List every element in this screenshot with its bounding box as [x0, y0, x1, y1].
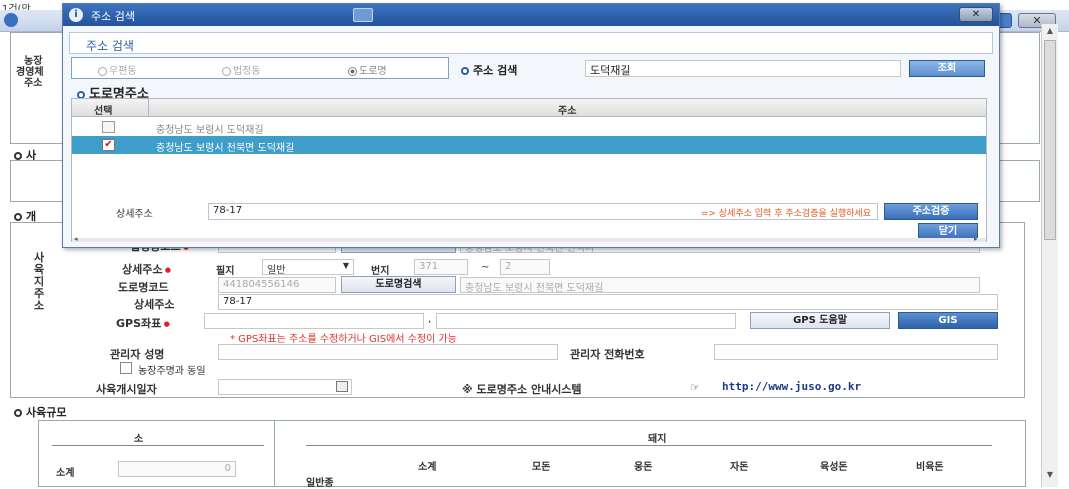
calendar-icon[interactable] [336, 381, 348, 392]
road-code-field[interactable]: 441804556146 [218, 277, 336, 293]
pig-col-boar: 웅돈 [634, 462, 653, 473]
result-table: 선택 주소 충청남도 보령시 도덕재길 ✔ 충청남도 보령시 천북면 도덕재길 … [71, 98, 987, 243]
land-type-select[interactable]: 일반 ▼ [262, 259, 354, 275]
radio-icon [98, 66, 107, 76]
horizontal-scrollbar[interactable]: ◂ ▸ [72, 235, 986, 243]
manager-phone-label: 관리자 전화번호 [570, 348, 645, 361]
gps-lng-field[interactable] [436, 313, 736, 329]
radio-road-name[interactable]: 도로명 [348, 62, 387, 77]
road-code-label: 도로명코드 [118, 281, 169, 294]
start-date-field[interactable] [218, 379, 352, 395]
main-scrollbar[interactable]: ▲ ▼ [1041, 24, 1058, 487]
cow-header-line [52, 445, 264, 446]
gis-button[interactable]: GIS [898, 312, 998, 329]
radio-postal[interactable]: 우편동 [98, 62, 137, 77]
dialog-header: 주소 검색 [69, 32, 993, 54]
cow-header: 소 [134, 434, 144, 445]
dialog-detail-input[interactable]: 78-17 => 상세주소 입력 후 주소검증을 실행하세요 [208, 203, 878, 220]
gps-separator: , [428, 314, 432, 325]
scroll-thumb[interactable] [1044, 40, 1056, 240]
same-as-farm-label: 농장주명과 동일 [138, 366, 206, 377]
road-guide-link[interactable]: http://www.juso.go.kr [722, 380, 861, 393]
cow-subtotal-label: 소계 [56, 468, 75, 479]
pig-col-grower: 육성돈 [820, 462, 848, 473]
road-guide-text: ※ 도로명주소 안내시스템 [462, 383, 582, 396]
manager-name-label: 관리자 성명 [110, 348, 165, 361]
pig-header-line [306, 445, 992, 446]
gps-help-button[interactable]: GPS 도움말 [750, 312, 890, 329]
dialog-detail-value: 78-17 [213, 205, 243, 216]
table-row[interactable]: 충청남도 보령시 도덕재길 [72, 118, 986, 136]
result-table-header: 선택 주소 [72, 99, 986, 117]
dialog-title-bar[interactable]: i 주소 검색 ✕ [63, 4, 999, 26]
scroll-up-icon[interactable]: ▲ [1044, 26, 1056, 38]
radio-legal-dong[interactable]: 법정동 [222, 62, 261, 77]
start-date-label: 사육개시일자 [96, 383, 157, 396]
table-row[interactable]: ✔ 충청남도 보령시 천북면 도덕재길 [72, 136, 986, 154]
info-icon: i [69, 8, 83, 22]
detail2-field[interactable]: 78-17 [218, 294, 998, 310]
bunji-label: 번지 [371, 266, 390, 277]
col-select: 선택 [94, 106, 113, 117]
pig-col-subtotal: 소계 [418, 462, 437, 473]
road-search-button[interactable]: 도로명검색 [341, 276, 456, 293]
land-type-label: 필지 [216, 266, 235, 277]
row-checkbox[interactable] [102, 121, 115, 133]
col-address: 주소 [558, 106, 577, 117]
address-search-dialog: i 주소 검색 ✕ 주소 검색 우편동 법정동 도로명 주소 검색 도덕재길 조… [62, 3, 1000, 248]
gps-label: GPS좌표 [116, 315, 170, 331]
dialog-title: 주소 검색 [91, 10, 135, 23]
scroll-left-icon[interactable]: ◂ [74, 235, 78, 243]
scroll-right-icon[interactable]: ▸ [974, 235, 978, 243]
pig-col-piglet: 자돈 [730, 462, 749, 473]
gps-note: * GPS좌표는 주소를 수정하거나 GIS에서 수정이 가능 [230, 334, 457, 345]
radio-selected-icon [348, 66, 357, 76]
radio-icon [222, 66, 231, 76]
chevron-down-icon: ▼ [342, 261, 349, 270]
search-label: 주소 검색 [461, 62, 517, 78]
search-type-radio-group: 우편동 법정동 도로명 [71, 57, 449, 79]
dialog-detail-label: 상세주소 [116, 209, 153, 220]
scroll-down-icon[interactable]: ▼ [1044, 470, 1056, 482]
dialog-header-title: 주소 검색 [86, 39, 134, 53]
detail2-label: 상세주소 [134, 298, 175, 311]
verify-address-button[interactable]: 주소검증 [884, 203, 978, 220]
app-icon [353, 8, 373, 22]
manager-name-field[interactable] [218, 344, 558, 360]
left-label-3: 주소 [24, 78, 43, 89]
detail-label: 상세주소 [122, 261, 171, 277]
external-link-icon: ☞ [690, 381, 700, 394]
row-address: 충청남도 보령시 천북면 도덕재길 [156, 143, 295, 154]
pig-col-sow: 모돈 [532, 462, 551, 473]
bunji-main-field[interactable]: 371 [414, 259, 468, 275]
same-as-farm-checkbox[interactable] [120, 362, 132, 374]
dialog-close-icon[interactable]: ✕ [959, 7, 993, 22]
road-name-field[interactable]: 충청남도 보령시 천북면 도덕재길 [460, 277, 980, 293]
col-divider [148, 99, 149, 117]
pig-header: 돼지 [648, 434, 667, 445]
bunji-sub-field[interactable]: 2 [500, 259, 550, 275]
pig-col-finisher: 비육돈 [916, 462, 944, 473]
scale-divider [274, 420, 275, 487]
search-input[interactable]: 도덕재길 [585, 60, 901, 77]
search-button[interactable]: 조회 [909, 60, 985, 77]
manager-phone-field[interactable] [714, 344, 998, 360]
info-icon [4, 13, 18, 27]
gps-lat-field[interactable] [204, 313, 424, 329]
row-address: 충청남도 보령시 도덕재길 [156, 125, 264, 136]
side-label: 사육지주소 [34, 251, 45, 312]
land-type-value: 일반 [267, 265, 286, 275]
cow-subtotal-field[interactable]: 0 [118, 461, 236, 477]
bunji-separator: ~ [481, 262, 490, 273]
detail-hint: => 상세주소 입력 후 주소검증을 실행하세요 [700, 209, 871, 219]
row-checkbox-checked[interactable]: ✔ [102, 139, 115, 151]
scale-section-title: 사육규모 [14, 404, 66, 420]
